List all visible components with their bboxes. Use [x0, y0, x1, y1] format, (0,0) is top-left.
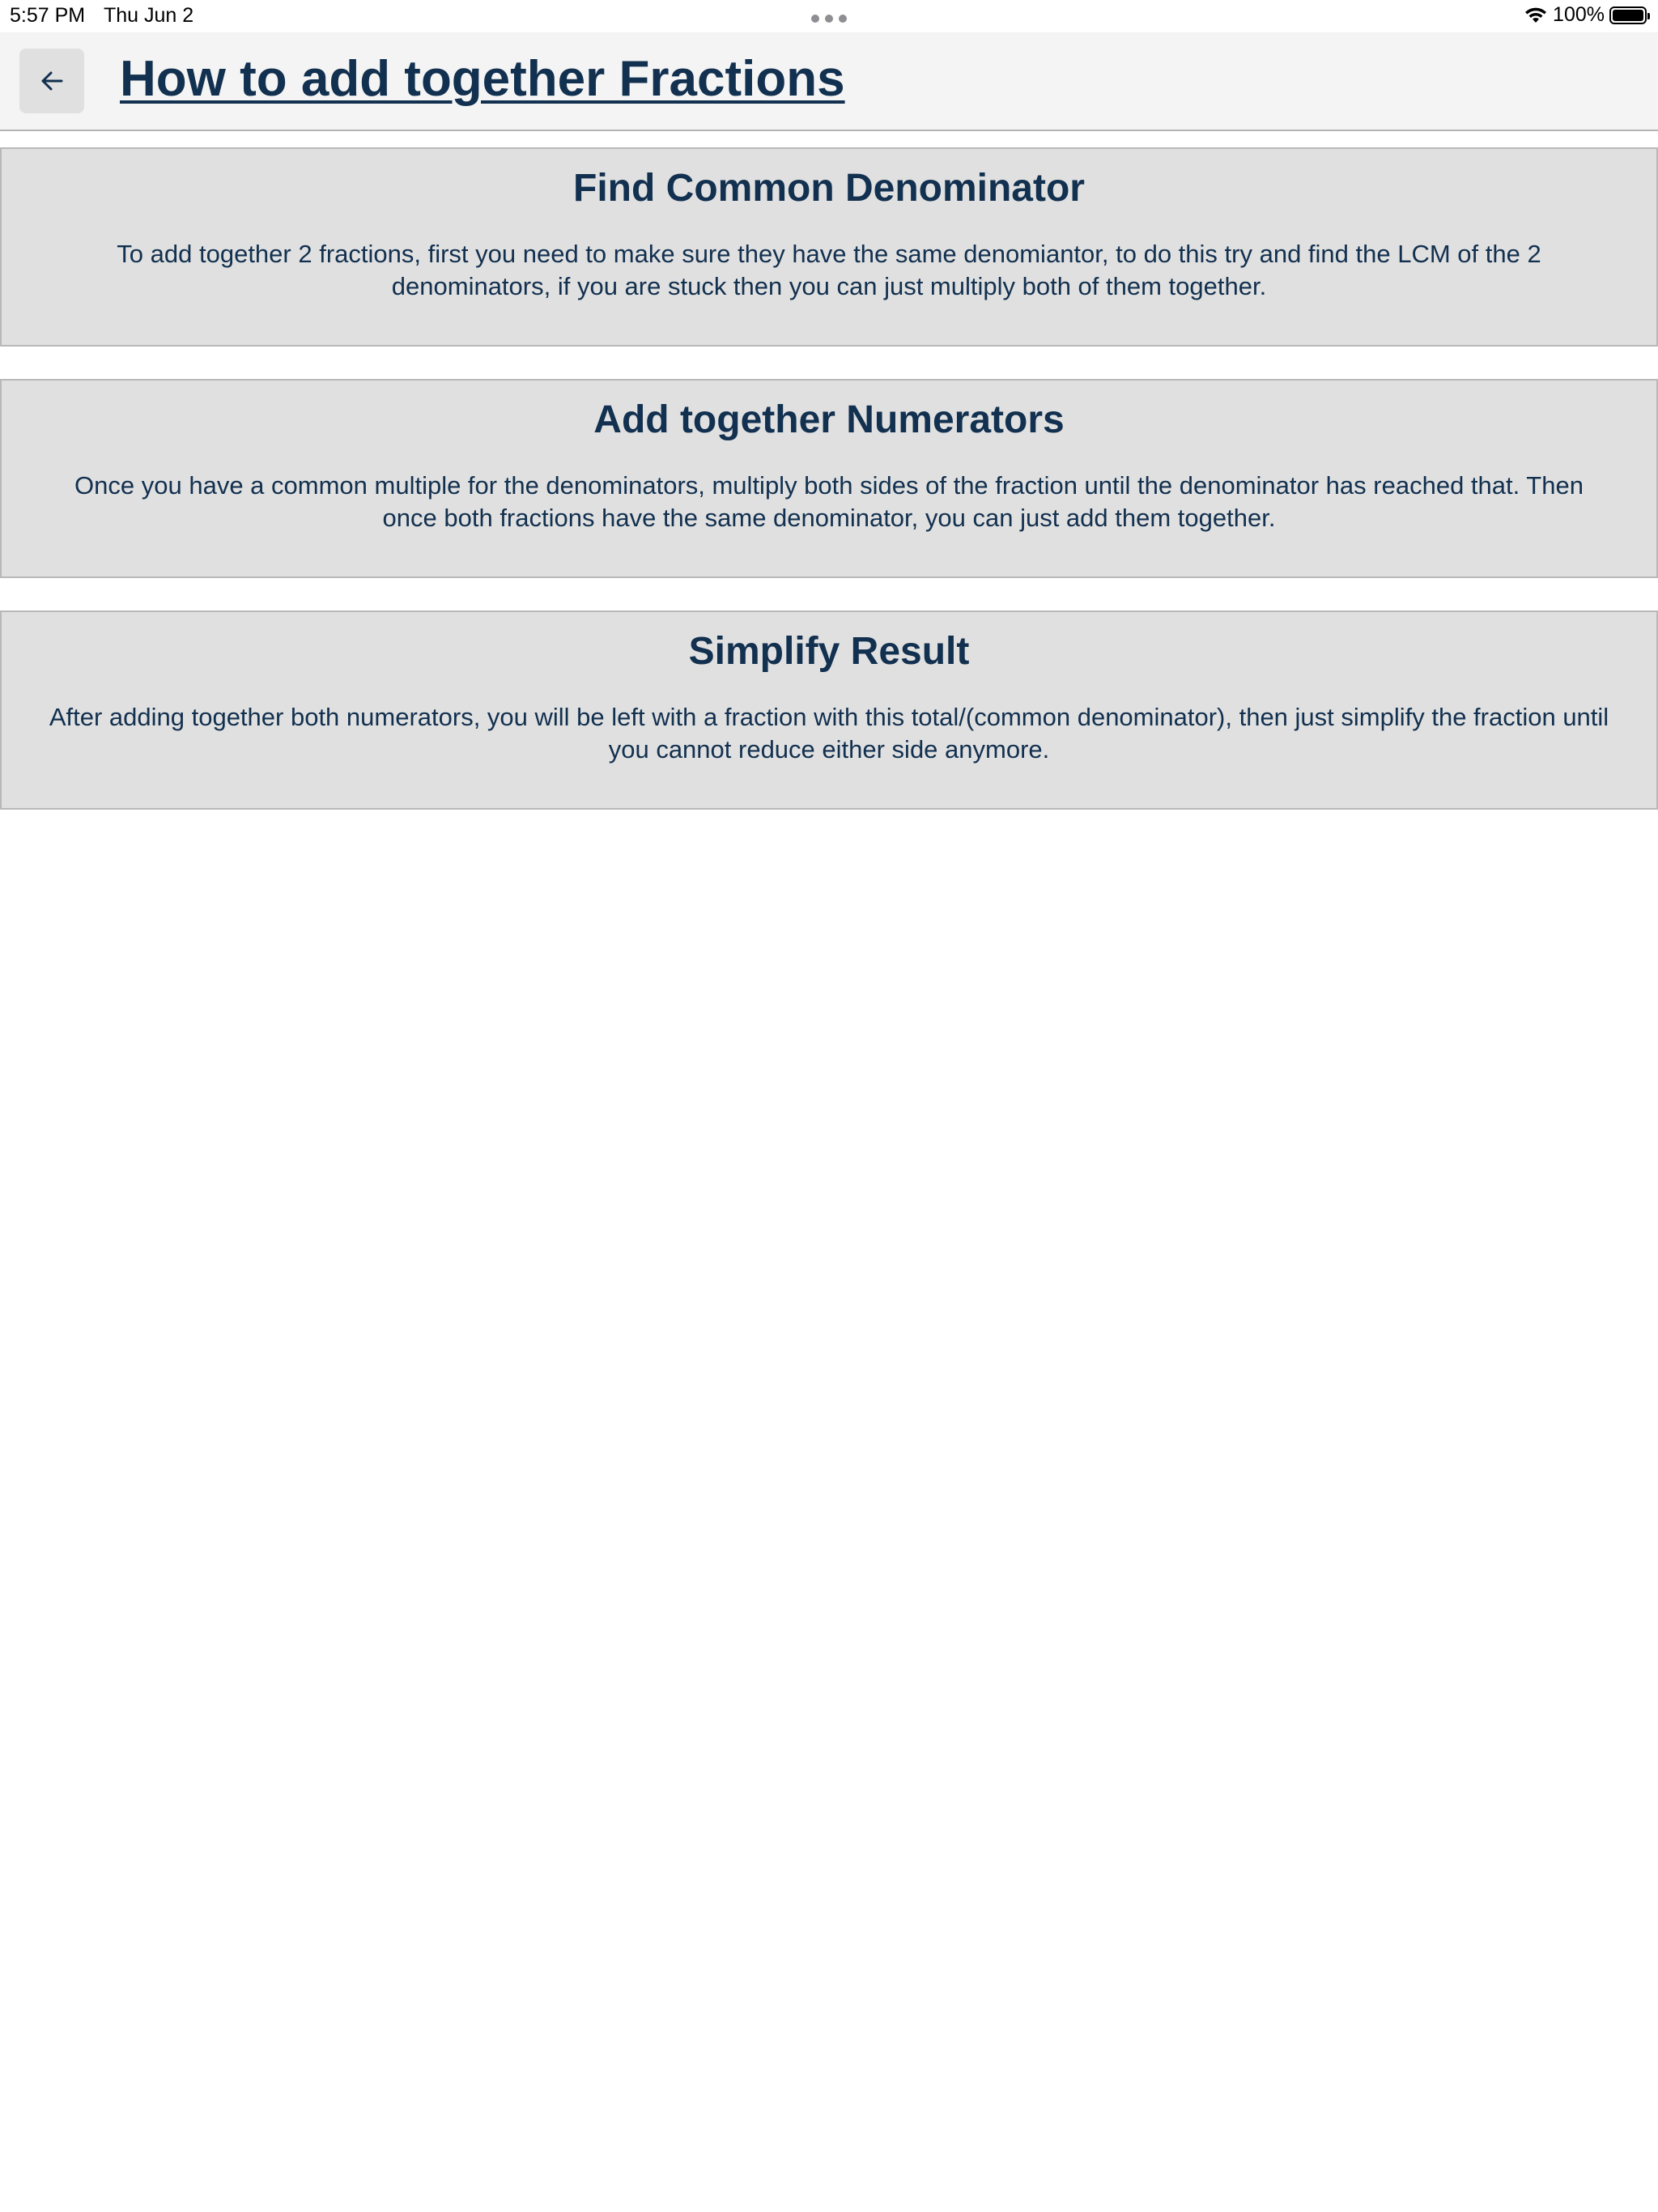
step-card-find-common-denominator: Find Common Denominator To add together … [0, 147, 1658, 347]
arrow-left-icon [41, 71, 63, 91]
card-heading: Simplify Result [688, 630, 970, 673]
battery-icon [1609, 6, 1650, 24]
card-heading: Find Common Denominator [573, 167, 1085, 210]
status-bar: 5:57 PM Thu Jun 2 100% [0, 0, 1658, 32]
back-button[interactable] [19, 49, 84, 113]
card-body: Once you have a common multiple for the … [74, 470, 1584, 532]
status-time: 5:57 PM [10, 4, 86, 27]
card-body: To add together 2 fractions, first you n… [117, 239, 1541, 300]
wifi-icon [1525, 7, 1547, 23]
header: How to add together Fractions [0, 32, 1658, 131]
status-indicators: 100% [1524, 3, 1650, 27]
battery-percent: 100% [1553, 3, 1605, 26]
status-date: Thu Jun 2 [104, 4, 194, 27]
card-body: After adding together both numerators, y… [49, 702, 1609, 764]
step-card-add-together-numerators: Add together Numerators Once you have a … [0, 379, 1658, 578]
step-card-simplify-result: Simplify Result After adding together bo… [0, 610, 1658, 810]
card-heading: Add together Numerators [593, 398, 1065, 441]
battery-fill [1613, 9, 1643, 21]
page-title: How to add together Fractions [120, 51, 845, 107]
multitasking-dots-icon[interactable] [811, 15, 847, 23]
